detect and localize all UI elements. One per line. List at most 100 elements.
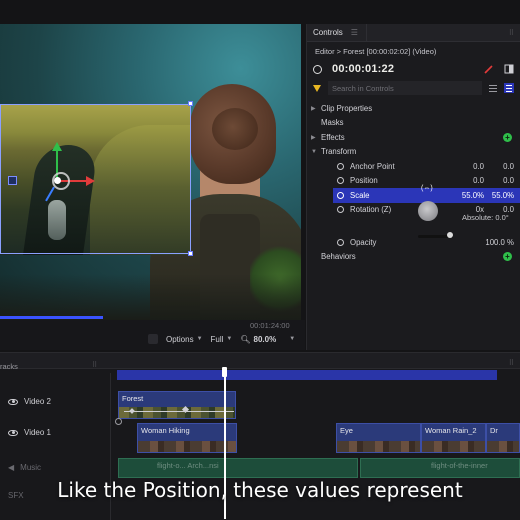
clip-woman-hiking[interactable]: Woman Hiking (137, 423, 237, 453)
clip-thumbnails (119, 407, 235, 418)
viewer-square-button[interactable] (148, 334, 158, 344)
controls-tab-bar: Controls ☰ ⠿ (307, 23, 520, 42)
chevron-down-icon: ▼ (311, 148, 317, 155)
track-music[interactable]: ◀ Music (8, 463, 41, 472)
viewer-options-row: Options ▼ Full ▼ 🔍︎ 80.0% ▼ (148, 334, 295, 344)
forest-clip-preview[interactable] (0, 105, 190, 255)
keyframe-pen-icon[interactable] (484, 64, 494, 74)
property-value-x[interactable]: 0.0 (452, 176, 484, 185)
property-opacity[interactable]: Opacity 100.0 % (307, 235, 520, 250)
panel-layout-icon[interactable] (504, 64, 514, 74)
filter-icon[interactable] (313, 84, 321, 92)
add-effect-plus-icon[interactable]: + (503, 132, 512, 142)
resize-handle-bottom-right[interactable] (188, 251, 193, 256)
tab-controls-label: Controls (313, 28, 343, 37)
tab-controls[interactable]: Controls ☰ (313, 23, 367, 42)
property-name: Anchor Point (350, 161, 395, 171)
clip-title: Woman Rain_2 (425, 426, 477, 435)
anchor-point-handle[interactable] (8, 176, 17, 185)
clip-forest[interactable]: Forest (118, 391, 236, 419)
transform-center[interactable] (54, 177, 61, 184)
section-clip-properties-label: Clip Properties (321, 103, 373, 113)
panel-grip-icon[interactable]: ⠿ (509, 359, 514, 367)
quality-dropdown[interactable]: Full ▼ (211, 335, 233, 344)
property-position[interactable]: Position 0.0 0.0 (307, 174, 520, 189)
clip-thumbnails (337, 441, 420, 452)
eye-icon[interactable] (8, 429, 18, 436)
tracks-label: racks (0, 362, 18, 371)
clip-music-1[interactable]: flight-o... Arch...nsi (118, 458, 358, 478)
section-masks[interactable]: Masks (307, 116, 520, 131)
hair-bun (212, 108, 258, 150)
section-behaviors-label: Behaviors (321, 252, 356, 262)
chevron-down-icon: ▼ (196, 336, 203, 342)
add-behavior-plus-icon[interactable]: + (503, 252, 512, 262)
resize-handle-top-right[interactable] (188, 101, 193, 106)
keyframe-curve (124, 411, 234, 412)
opacity-slider-knob[interactable] (447, 232, 453, 238)
x-axis-arrow-head[interactable] (86, 176, 95, 186)
keyframe-toggle-icon[interactable] (337, 177, 344, 185)
quality-label: Full (210, 334, 224, 344)
clip-title: flight-o... Arch...nsi (157, 461, 219, 470)
keyframe-toggle-icon[interactable] (337, 162, 344, 170)
rotation-dial[interactable] (418, 201, 438, 221)
clip-woman-rain[interactable]: Woman Rain_2 (421, 423, 486, 453)
caption-subtitle: Like the Position, these values represen… (57, 478, 463, 502)
clip-dr[interactable]: Dr (486, 423, 520, 453)
property-value-x[interactable]: 55.0% (452, 191, 484, 200)
eye-icon[interactable] (8, 398, 18, 405)
section-behaviors[interactable]: Behaviors + (307, 250, 520, 265)
mountain-ridge (90, 125, 190, 255)
clip-thumbnails (487, 441, 519, 452)
panel-grip-icon[interactable]: ⠿ (92, 361, 97, 369)
clip-title: Dr (490, 426, 498, 435)
track-video-2[interactable]: Video 2 (8, 397, 51, 406)
property-value-y[interactable]: 0.0 (484, 162, 514, 171)
clip-title: Eye (340, 426, 353, 435)
viewer-progress-bar[interactable] (0, 316, 103, 319)
clock-icon (313, 64, 322, 74)
keyframe-toggle-icon[interactable] (337, 206, 344, 214)
y-axis-arrow-head[interactable] (52, 142, 62, 151)
zoom-dropdown[interactable]: 🔍︎ 80.0% ▼ (240, 335, 295, 344)
keyframe-toggle-icon[interactable] (337, 238, 344, 246)
property-value-y[interactable]: 0.0 (484, 176, 514, 185)
property-anchor-point[interactable]: Anchor Point 0.0 0.0 (307, 159, 520, 174)
speaker-icon[interactable]: ◀ (8, 463, 14, 472)
viewer-shade (0, 274, 301, 320)
clip-start-marker[interactable] (115, 418, 122, 425)
options-label: Options (166, 334, 194, 344)
timecode-value[interactable]: 00:00:01:22 (332, 63, 474, 75)
panel-grip-icon[interactable]: ⠿ (509, 29, 514, 37)
search-input[interactable] (328, 81, 482, 95)
track-name: Video 1 (24, 428, 51, 437)
clip-thumbnails (422, 441, 485, 452)
clip-music-2[interactable]: flight-of-the-inner (360, 458, 520, 478)
track-video-1[interactable]: Video 1 (8, 428, 51, 437)
property-value-y[interactable]: 55.0% (484, 191, 514, 200)
section-transform[interactable]: ▼ Transform (307, 145, 520, 160)
options-dropdown[interactable]: Options ▼ (166, 335, 203, 344)
chevron-down-icon: ▼ (289, 336, 296, 342)
link-icon[interactable]: (⇔) (421, 185, 433, 192)
clip-eye[interactable]: Eye (336, 423, 421, 453)
tab-menu-icon[interactable]: ☰ (351, 28, 358, 37)
clip-title: flight-of-the-inner (431, 461, 488, 470)
keyframe-toggle-icon[interactable] (337, 191, 344, 199)
property-value-opacity[interactable]: 100.0 % (464, 238, 514, 247)
grid-view-icon[interactable] (504, 83, 514, 93)
property-value-x[interactable]: 0.0 (452, 162, 484, 171)
section-effects-label: Effects (321, 132, 345, 142)
section-clip-properties[interactable]: ▶ Clip Properties (307, 101, 520, 116)
list-view-icon[interactable] (488, 83, 498, 93)
section-effects[interactable]: ▶ Effects + (307, 130, 520, 145)
rotation-absolute-label: Absolute: 0.0° (462, 213, 509, 222)
timecode-row: 00:00:01:22 (307, 61, 520, 77)
section-masks-label: Masks (321, 118, 344, 128)
chevron-down-icon: ▼ (226, 336, 233, 342)
timeline-ruler[interactable] (117, 370, 497, 380)
waterfall (48, 200, 66, 240)
chevron-right-icon: ▶ (311, 105, 316, 112)
track-name: Music (20, 463, 42, 472)
